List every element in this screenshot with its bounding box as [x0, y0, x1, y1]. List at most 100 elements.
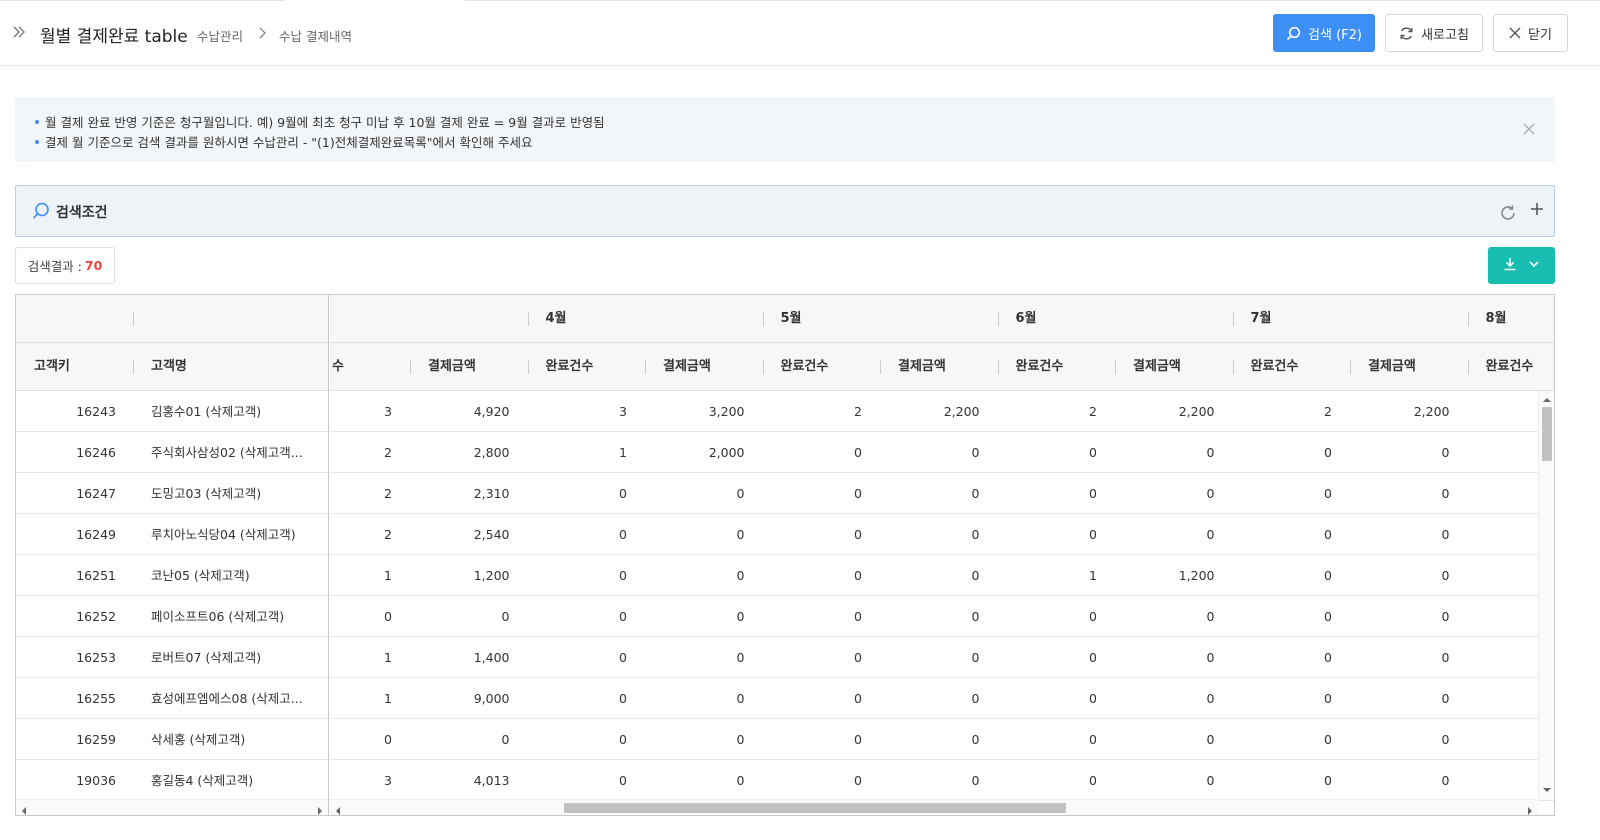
horizontal-scroll-thumb[interactable]	[564, 803, 1066, 813]
amount-cell: 0	[736, 691, 745, 706]
scroll-left-icon[interactable]	[334, 804, 342, 815]
scroll-down-icon[interactable]	[1543, 783, 1551, 792]
column-header-row: 고객키 고객명	[16, 343, 328, 391]
scroll-left-icon[interactable]	[20, 804, 28, 815]
download-button[interactable]	[1488, 247, 1555, 284]
amount-cell: 3,200	[708, 404, 745, 419]
table-row[interactable]: 19036 홍길동4 (삭제고객)	[16, 760, 328, 801]
amount-cell: 0	[971, 486, 980, 501]
horizontal-scrollbar[interactable]	[330, 799, 1538, 815]
column-header-count[interactable]: 완료건수	[1468, 343, 1534, 391]
column-header-count[interactable]: 완료건수	[763, 343, 829, 391]
table-row[interactable]: 0 0 0 0 0 0 0 0 0 0	[330, 719, 1554, 760]
customer-key-cell: 16247	[76, 486, 116, 501]
count-cell: 0	[1089, 486, 1097, 501]
table-row[interactable]: 16251 코난05 (삭제고객)	[16, 555, 328, 596]
close-button[interactable]: 닫기	[1493, 14, 1568, 52]
count-cell: 0	[619, 486, 627, 501]
count-cell: 1	[384, 650, 392, 665]
column-header-customer-key[interactable]: 고객키	[16, 343, 70, 391]
amount-cell: 1,400	[473, 650, 510, 665]
column-header-amount[interactable]: 결제금액	[410, 343, 476, 391]
amount-cell: 0	[1206, 486, 1215, 501]
column-header-count[interactable]: 완료건수	[1233, 343, 1299, 391]
count-cell: 0	[619, 568, 627, 583]
amount-cell: 0	[1206, 609, 1215, 624]
count-cell: 3	[619, 404, 627, 419]
table-row[interactable]: 16247 도밍고03 (삭제고객)	[16, 473, 328, 514]
amount-cell: 0	[1441, 650, 1450, 665]
vertical-scroll-thumb[interactable]	[1542, 407, 1552, 461]
table-row[interactable]: 3 4,920 3 3,200 2 2,200 2 2,200 2 2,200	[330, 391, 1554, 432]
search-condition-bar[interactable]: 검색조건	[15, 185, 1555, 237]
column-header-amount[interactable]: 결제금액	[1115, 343, 1181, 391]
amount-cell: 0	[736, 732, 745, 747]
amount-cell: 0	[1441, 445, 1450, 460]
column-header-amount[interactable]: 결제금액	[645, 343, 711, 391]
refresh-button[interactable]: 새로고침	[1385, 14, 1483, 52]
scroll-right-icon[interactable]	[316, 804, 324, 815]
column-header-amount[interactable]: 결제금액	[880, 343, 946, 391]
table-row[interactable]: 2 2,310 0 0 0 0 0 0 0 0	[330, 473, 1554, 514]
search-button[interactable]: 검색 (F2)	[1273, 14, 1375, 52]
column-header-count[interactable]: 완료건수	[998, 343, 1064, 391]
breadcrumb-item-1[interactable]: 수납관리	[197, 26, 243, 45]
chevron-right-icon	[257, 27, 267, 39]
result-count: 70	[84, 258, 103, 273]
table-row[interactable]: 1 1,200 0 0 0 0 1 1,200 0 0	[330, 555, 1554, 596]
result-label: 검색결과 :	[27, 259, 82, 274]
table-row[interactable]: 16246 주식회사삼성02 (삭제고객...	[16, 432, 328, 473]
breadcrumb-item-2[interactable]: 수납 결제내역	[279, 26, 352, 45]
table-row[interactable]: 16252 페이소프트06 (삭제고객)	[16, 596, 328, 637]
column-header-amount[interactable]: 결제금액	[1350, 343, 1416, 391]
frozen-columns: 고객키 고객명 16243 김홍수01 (삭제고객) 16246 주식회사삼성02 (…	[16, 295, 329, 815]
amount-cell: 9,000	[473, 691, 510, 706]
frozen-horizontal-scrollbar[interactable]	[16, 799, 328, 815]
amount-cell: 0	[501, 732, 510, 747]
scroll-right-icon[interactable]	[1526, 804, 1534, 815]
customer-name-cell: 주식회사삼성02 (삭제고객...	[151, 445, 303, 460]
table-row[interactable]: 16243 김홍수01 (삭제고객)	[16, 391, 328, 432]
chevron-down-icon[interactable]	[1528, 258, 1540, 274]
amount-cell: 2,310	[473, 486, 510, 501]
count-cell: 0	[1089, 650, 1097, 665]
table-row[interactable]: 16253 로버트07 (삭제고객)	[16, 637, 328, 678]
plus-icon[interactable]	[1530, 202, 1544, 216]
scrollable-columns: 4월 5월 6월 7월 8월 수 결제금액 완료건수 결제금액 완료건수 결제금액 완료건수 결제금액…	[330, 295, 1554, 815]
amount-cell: 1,200	[1178, 568, 1215, 583]
table-row[interactable]: 16255 효성에프엠에스08 (삭제고...	[16, 678, 328, 719]
vertical-scrollbar[interactable]	[1538, 391, 1554, 799]
table-row[interactable]: 2 2,800 1 2,000 0 0 0 0 0 0	[330, 432, 1554, 473]
search-icon	[32, 202, 50, 220]
table-row[interactable]: 1 1,400 0 0 0 0 0 0 0 0	[330, 637, 1554, 678]
count-cell: 0	[1324, 691, 1332, 706]
double-chevron-right-icon[interactable]	[12, 25, 26, 39]
data-grid: 고객키 고객명 16243 김홍수01 (삭제고객) 16246 주식회사삼성02 (…	[15, 294, 1555, 816]
table-row[interactable]: 1 9,000 0 0 0 0 0 0 0 0	[330, 678, 1554, 719]
reset-icon[interactable]	[1499, 204, 1517, 222]
close-icon[interactable]	[1523, 123, 1535, 135]
close-button-label: 닫기	[1528, 27, 1552, 43]
column-header-customer-name[interactable]: 고객명	[133, 343, 187, 391]
count-cell: 2	[1324, 404, 1332, 419]
count-cell: 2	[384, 486, 392, 501]
count-cell: 0	[619, 732, 627, 747]
table-row[interactable]: 2 2,540 0 0 0 0 0 0 0 0	[330, 514, 1554, 555]
amount-cell: 0	[736, 568, 745, 583]
table-row[interactable]: 16249 루치아노식당04 (삭제고객)	[16, 514, 328, 555]
column-header-count[interactable]: 수	[330, 343, 344, 391]
count-cell: 2	[384, 445, 392, 460]
refresh-button-label: 새로고침	[1421, 27, 1469, 43]
amount-cell: 0	[1206, 773, 1215, 788]
table-row[interactable]: 0 0 0 0 0 0 0 0 0 0	[330, 596, 1554, 637]
table-row[interactable]: 16259 삭세홍 (삭제고객)	[16, 719, 328, 760]
scroll-up-icon[interactable]	[1543, 393, 1551, 402]
amount-cell: 0	[1206, 445, 1215, 460]
customer-name-cell: 루치아노식당04 (삭제고객)	[151, 527, 296, 542]
close-icon	[1509, 27, 1521, 39]
count-cell: 3	[384, 404, 392, 419]
count-cell: 0	[1324, 486, 1332, 501]
count-cell: 0	[1324, 445, 1332, 460]
column-header-count[interactable]: 완료건수	[528, 343, 594, 391]
table-row[interactable]: 3 4,013 0 0 0 0 0 0 0 0	[330, 760, 1554, 801]
